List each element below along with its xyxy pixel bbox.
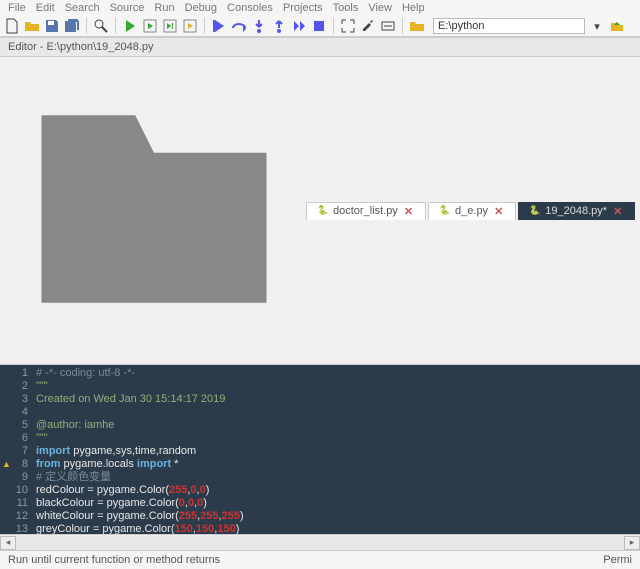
step-out-icon[interactable] [271,18,287,34]
new-file-icon[interactable] [4,18,20,34]
python-file-icon: 🐍 [439,205,451,217]
debug-icon[interactable] [211,18,227,34]
scroll-right-icon[interactable]: ▸ [624,536,640,550]
scroll-left-icon[interactable]: ◂ [0,536,16,550]
run-next-icon[interactable] [162,18,178,34]
tab-label: 19_2048.py* [545,205,607,217]
up-dir-icon[interactable] [609,18,625,34]
stop-icon[interactable] [311,18,327,34]
dropdown-icon[interactable]: ▾ [589,18,605,34]
step-over-icon[interactable] [231,18,247,34]
step-into-icon[interactable] [251,18,267,34]
editor-path-bar: Editor - E:\python\19_2048.py [0,37,640,57]
save-icon[interactable] [44,18,60,34]
continue-icon[interactable] [291,18,307,34]
code-editor[interactable]: 12345678▲9101112131415161718192021222324… [0,365,640,534]
menu-consoles[interactable]: Consoles [227,2,273,14]
working-dir-input[interactable] [433,18,585,34]
menu-edit[interactable]: Edit [36,2,55,14]
run-icon[interactable] [122,18,138,34]
python-file-icon: 🐍 [317,205,329,217]
folder-open-icon[interactable] [409,18,425,34]
tab-19-2048-py-[interactable]: 🐍 19_2048.py* ✕ [518,202,635,220]
code-content[interactable]: # -*- coding: utf-8 -*-"""Created on Wed… [36,365,640,534]
menu-search[interactable]: Search [65,2,100,14]
fullscreen-icon[interactable] [340,18,356,34]
tab-doctor-list-py[interactable]: 🐍 doctor_list.py ✕ [306,202,426,220]
tab-d-e-py[interactable]: 🐍 d_e.py ✕ [428,202,516,220]
close-tab-icon[interactable]: ✕ [611,205,624,218]
tab-label: doctor_list.py [333,205,398,217]
scroll-track[interactable] [16,536,624,550]
save-all-icon[interactable] [64,18,80,34]
run-selected-icon[interactable] [182,18,198,34]
status-bar: Run until current function or method ret… [0,550,640,569]
menu-projects[interactable]: Projects [283,2,323,14]
tab-label: d_e.py [455,205,488,217]
tab-bar: 🐍 doctor_list.py ✕ 🐍 d_e.py ✕ 🐍 19_2048.py* ✕ [0,57,640,365]
menu-run[interactable]: Run [154,2,174,14]
toolbar: ▾ [0,16,640,37]
status-left: Run until current function or method ret… [8,554,220,566]
line-gutter: 12345678▲9101112131415161718192021222324… [0,365,32,534]
search-icon[interactable] [93,18,109,34]
close-tab-icon[interactable]: ✕ [492,205,505,218]
status-right: Permi [603,554,632,566]
warning-icon: ▲ [2,458,11,471]
file-browse-icon[interactable] [4,59,304,362]
menu-help[interactable]: Help [402,2,425,14]
menubar: File Edit Search Source Run Debug Consoles Proj… [0,0,640,16]
open-icon[interactable] [24,18,40,34]
menu-tools[interactable]: Tools [333,2,359,14]
settings-icon[interactable] [360,18,376,34]
run-cell-icon[interactable] [142,18,158,34]
python-file-icon: 🐍 [529,205,541,217]
horizontal-scrollbar[interactable]: ◂ ▸ [0,534,640,550]
menu-source[interactable]: Source [110,2,145,14]
menu-view[interactable]: View [368,2,392,14]
close-tab-icon[interactable]: ✕ [402,205,415,218]
menu-debug[interactable]: Debug [185,2,217,14]
menu-file[interactable]: File [8,2,26,14]
pythonpath-icon[interactable] [380,18,396,34]
